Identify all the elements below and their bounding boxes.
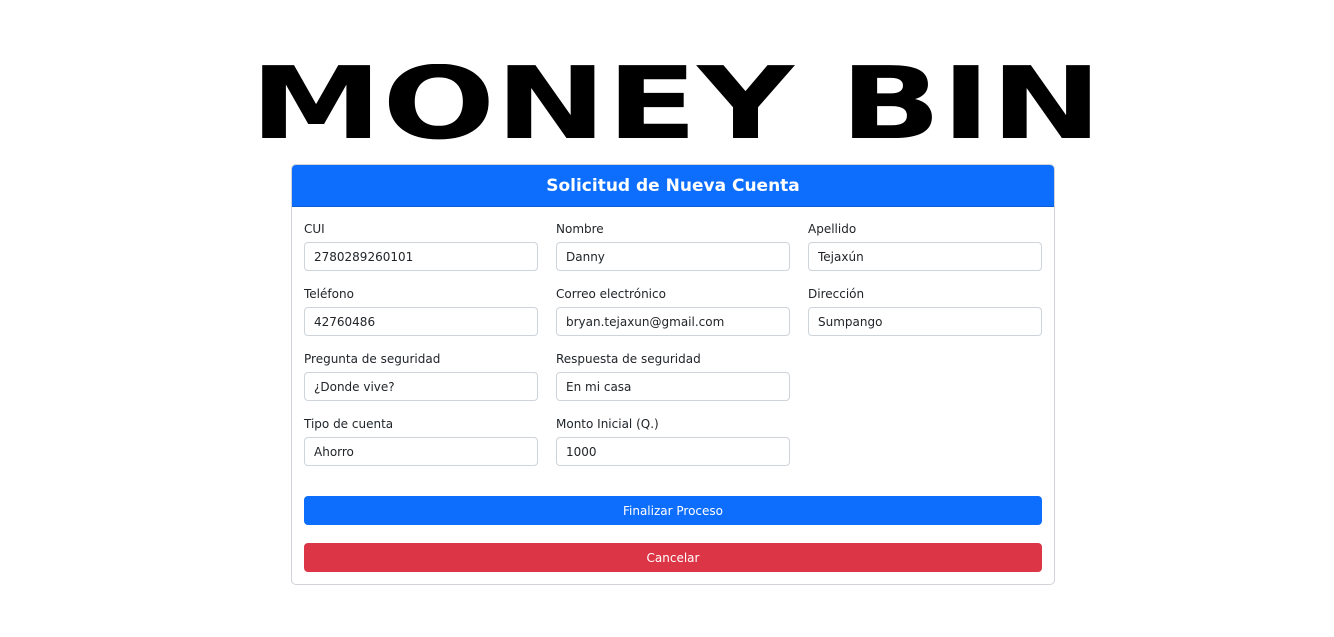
field-pregunta: Pregunta de seguridad xyxy=(304,350,538,401)
pregunta-input[interactable] xyxy=(304,372,538,401)
field-tipo: Tipo de cuenta xyxy=(304,415,538,466)
cui-label: CUI xyxy=(304,222,325,236)
field-correo: Correo electrónico xyxy=(556,285,790,336)
nombre-label: Nombre xyxy=(556,222,604,236)
monto-input[interactable] xyxy=(556,437,790,466)
telefono-input[interactable] xyxy=(304,307,538,336)
direccion-label: Dirección xyxy=(808,287,865,301)
account-request-card: Solicitud de Nueva Cuenta CUI Nombre Ape… xyxy=(291,164,1055,585)
telefono-label: Teléfono xyxy=(304,287,354,301)
field-direccion: Dirección xyxy=(808,285,1042,336)
logo-text: MONEY BIN xyxy=(250,64,1102,140)
field-telefono: Teléfono xyxy=(304,285,538,336)
tipo-input[interactable] xyxy=(304,437,538,466)
money-bin-logo: MONEY BIN xyxy=(250,64,1102,140)
field-apellido: Apellido xyxy=(808,220,1042,271)
cui-input[interactable] xyxy=(304,242,538,271)
field-nombre: Nombre xyxy=(556,220,790,271)
finalizar-proceso-button[interactable]: Finalizar Proceso xyxy=(304,496,1042,525)
pregunta-label: Pregunta de seguridad xyxy=(304,352,441,366)
cancelar-button[interactable]: Cancelar xyxy=(304,543,1042,572)
respuesta-label: Respuesta de seguridad xyxy=(556,352,701,366)
form-title: Solicitud de Nueva Cuenta xyxy=(546,175,800,196)
tipo-label: Tipo de cuenta xyxy=(304,417,394,431)
apellido-input[interactable] xyxy=(808,242,1042,271)
logo-graphic: MONEY BIN xyxy=(250,64,1102,140)
correo-label: Correo electrónico xyxy=(556,287,666,301)
correo-input[interactable] xyxy=(556,307,790,336)
nombre-input[interactable] xyxy=(556,242,790,271)
apellido-label: Apellido xyxy=(808,222,857,236)
field-respuesta: Respuesta de seguridad xyxy=(556,350,790,401)
respuesta-input[interactable] xyxy=(556,372,790,401)
direccion-input[interactable] xyxy=(808,307,1042,336)
monto-label: Monto Inicial (Q.) xyxy=(556,417,659,431)
field-cui: CUI xyxy=(304,220,538,271)
field-monto: Monto Inicial (Q.) xyxy=(556,415,790,466)
card-header: Solicitud de Nueva Cuenta xyxy=(292,165,1054,207)
